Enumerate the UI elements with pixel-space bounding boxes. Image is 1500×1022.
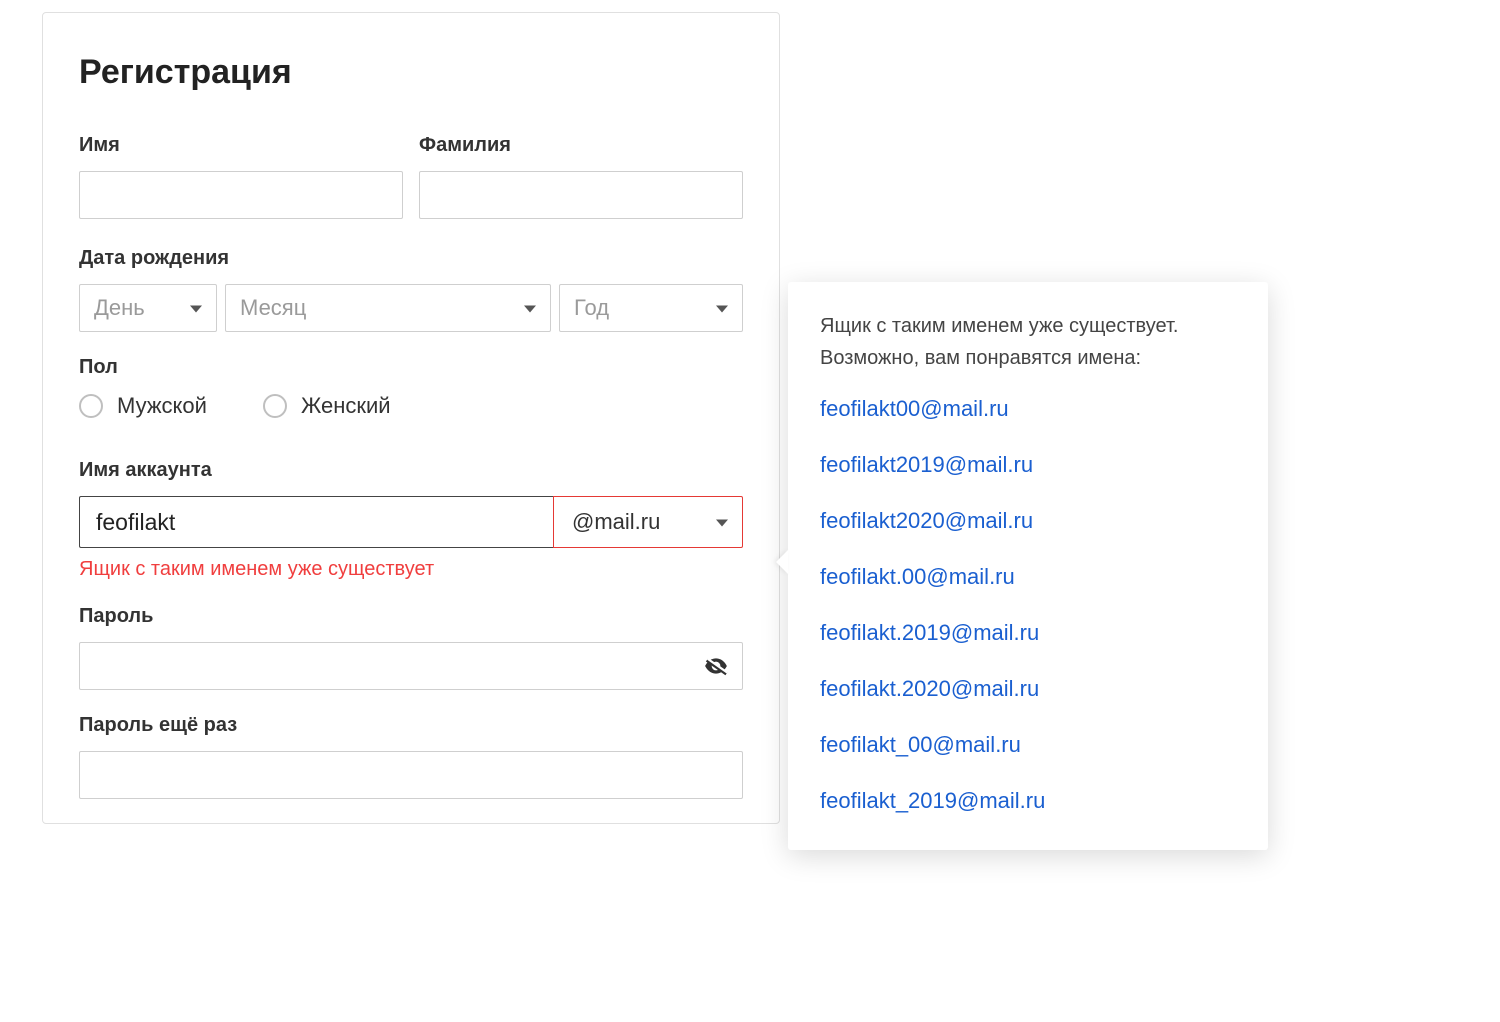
suggestion-link[interactable]: feofilakt_2019@mail.ru xyxy=(820,788,1236,814)
suggestions-list: feofilakt00@mail.ru feofilakt2019@mail.r… xyxy=(820,396,1236,814)
last-name-label: Фамилия xyxy=(419,134,743,157)
chevron-down-icon xyxy=(716,306,728,313)
first-name-field: Имя xyxy=(79,134,403,219)
account-domain-select[interactable]: @mail.ru xyxy=(553,496,743,548)
suggestions-popover: Ящик с таким именем уже существует. Возм… xyxy=(788,282,1268,850)
account-block: Имя аккаунта @mail.ru Ящик с таким имене… xyxy=(79,459,743,581)
name-row: Имя Фамилия xyxy=(79,134,743,219)
password-wrap xyxy=(79,642,743,690)
account-input[interactable] xyxy=(79,496,553,548)
last-name-field: Фамилия xyxy=(419,134,743,219)
first-name-input[interactable] xyxy=(79,171,403,219)
suggestion-link[interactable]: feofilakt.00@mail.ru xyxy=(820,564,1236,590)
password-repeat-block: Пароль ещё раз xyxy=(79,714,743,799)
account-error-text: Ящик с таким именем уже существует xyxy=(79,558,743,581)
dob-row: День Месяц Год xyxy=(79,284,743,332)
gender-male-radio[interactable]: Мужской xyxy=(79,393,207,419)
dob-year-select[interactable]: Год xyxy=(559,284,743,332)
gender-female-label: Женский xyxy=(301,393,391,419)
account-label: Имя аккаунта xyxy=(79,459,743,482)
registration-form: Регистрация Имя Фамилия Дата рождения Де… xyxy=(42,12,780,824)
suggestion-link[interactable]: feofilakt_00@mail.ru xyxy=(820,732,1236,758)
first-name-label: Имя xyxy=(79,134,403,157)
popover-message-line2: Возможно, вам понравятся имена: xyxy=(820,347,1141,369)
dob-day-placeholder: День xyxy=(94,295,145,321)
page-title: Регистрация xyxy=(79,53,743,92)
gender-female-radio[interactable]: Женский xyxy=(263,393,391,419)
dob-day-select[interactable]: День xyxy=(79,284,217,332)
gender-label: Пол xyxy=(79,356,743,379)
suggestion-link[interactable]: feofilakt2019@mail.ru xyxy=(820,452,1236,478)
radio-icon xyxy=(79,394,103,418)
account-domain-value: @mail.ru xyxy=(572,509,660,535)
dob-label: Дата рождения xyxy=(79,247,743,270)
gender-block: Пол Мужской Женский xyxy=(79,356,743,419)
popover-message: Ящик с таким именем уже существует. Возм… xyxy=(820,310,1236,374)
password-repeat-input[interactable] xyxy=(79,751,743,799)
dob-month-select[interactable]: Месяц xyxy=(225,284,551,332)
dob-month-placeholder: Месяц xyxy=(240,295,306,321)
suggestion-link[interactable]: feofilakt.2019@mail.ru xyxy=(820,620,1236,646)
password-block: Пароль xyxy=(79,605,743,690)
chevron-down-icon xyxy=(190,306,202,313)
password-input[interactable] xyxy=(79,642,743,690)
popover-message-line1: Ящик с таким именем уже существует. xyxy=(820,315,1178,337)
eye-off-icon[interactable] xyxy=(703,653,729,679)
gender-row: Мужской Женский xyxy=(79,393,743,419)
suggestion-link[interactable]: feofilakt2020@mail.ru xyxy=(820,508,1236,534)
password-repeat-label: Пароль ещё раз xyxy=(79,714,743,737)
gender-male-label: Мужской xyxy=(117,393,207,419)
last-name-input[interactable] xyxy=(419,171,743,219)
account-row: @mail.ru xyxy=(79,496,743,548)
password-label: Пароль xyxy=(79,605,743,628)
radio-icon xyxy=(263,394,287,418)
dob-year-placeholder: Год xyxy=(574,295,609,321)
suggestion-link[interactable]: feofilakt.2020@mail.ru xyxy=(820,676,1236,702)
dob-block: Дата рождения День Месяц Год xyxy=(79,247,743,332)
suggestion-link[interactable]: feofilakt00@mail.ru xyxy=(820,396,1236,422)
chevron-down-icon xyxy=(716,520,728,527)
chevron-down-icon xyxy=(524,306,536,313)
